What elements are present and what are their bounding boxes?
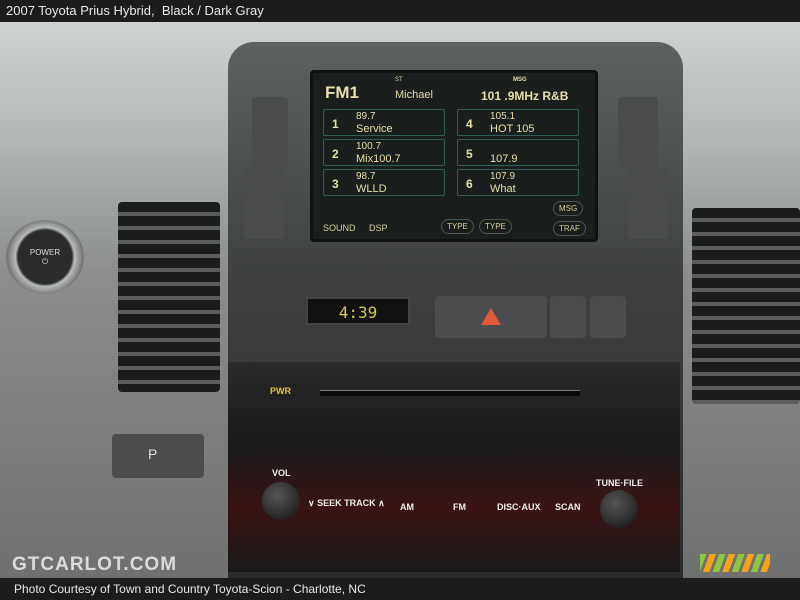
preset-frequency: 98.7	[356, 171, 376, 182]
caption-bar-top: 2007 Toyota Prius Hybrid, Black / Dark G…	[0, 0, 800, 22]
screen-side-button	[628, 167, 668, 239]
hazard-button	[435, 296, 547, 338]
preset-label: WLLD	[356, 183, 387, 195]
tune-knob	[600, 490, 638, 528]
caption-bar-bottom: Photo Courtesy of Town and Country Toyot…	[0, 578, 800, 600]
preset-number: 6	[466, 177, 473, 191]
volume-knob	[262, 482, 300, 520]
preset-frequency: 105.1	[490, 111, 516, 122]
tune-file-label: TUNE·FILE	[596, 478, 643, 488]
preset-label: What	[490, 183, 516, 195]
preset-button: 5 107.9	[457, 139, 579, 166]
vol-label: VOL	[272, 468, 291, 478]
console-button	[590, 296, 626, 338]
preset-label: Service	[356, 123, 393, 135]
audio-display: FM1 ST Michael MSG 101 .9MHz R&B 1 89.7 Se…	[310, 70, 598, 242]
preset-label: Mix100.7	[356, 153, 401, 165]
preset-label: HOT 105	[490, 123, 535, 135]
caption-color: Black / Dark Gray	[161, 3, 264, 18]
pwr-button: PWR	[264, 384, 297, 398]
dsp-button: DSP	[369, 223, 388, 233]
station-tag: ST	[395, 77, 403, 83]
photo-credit: Photo Courtesy of Town and Country Toyot…	[14, 582, 366, 596]
current-frequency: 101 .9MHz R&B	[481, 89, 569, 103]
preset-number: 5	[466, 147, 473, 161]
preset-button: 4 105.1 HOT 105	[457, 109, 579, 136]
preset-number: 4	[466, 117, 473, 131]
preset-button: 2 100.7 Mix100.7	[323, 139, 445, 166]
clock-display: 4:39	[306, 297, 410, 325]
msg-tag: MSG	[513, 77, 527, 83]
station-name: Michael	[395, 89, 433, 101]
disc-aux-button: DISC·AUX	[497, 502, 541, 512]
band-label: FM1	[325, 83, 359, 102]
am-button: AM	[400, 502, 414, 512]
screen-side-button	[252, 97, 288, 167]
preset-frequency: 107.9	[490, 171, 516, 182]
watermark-stripes	[700, 554, 770, 572]
preset-number: 2	[332, 147, 339, 161]
preset-button: 3 98.7 WLLD	[323, 169, 445, 196]
preset-button: 1 89.7 Service	[323, 109, 445, 136]
dashboard-photo: POWER ⏻ P FM1 ST Michael MSG 101 .9MHz R&…	[0, 22, 800, 578]
caption-title: 2007 Toyota Prius Hybrid,	[6, 3, 155, 18]
preset-frequency: 89.7	[356, 111, 376, 122]
park-label: P	[148, 446, 158, 462]
screen-side-button	[618, 97, 658, 167]
console-button	[550, 296, 586, 338]
left-air-vent	[118, 202, 220, 392]
screen-side-button	[244, 167, 284, 239]
traf-button: TRAF	[553, 221, 586, 236]
preset-number: 3	[332, 177, 339, 191]
type-next-button: TYPE	[479, 219, 512, 234]
right-air-vent	[692, 208, 800, 404]
scan-button: SCAN	[555, 502, 581, 512]
preset-button: 6 107.9 What	[457, 169, 579, 196]
watermark-logo: GTCARLOT.COM	[12, 554, 178, 575]
cd-slot	[320, 390, 580, 396]
power-label: POWER	[29, 248, 61, 257]
park-button: P	[112, 434, 204, 478]
preset-label: 107.9	[490, 153, 518, 165]
msg-button: MSG	[553, 201, 584, 216]
preset-frequency: 100.7	[356, 141, 382, 152]
seek-track-button: ∨ SEEK TRACK ∧	[308, 498, 385, 508]
sound-button: SOUND	[323, 223, 356, 233]
type-prev-button: TYPE	[441, 219, 474, 234]
power-button: POWER ⏻	[6, 220, 84, 294]
fm-button: FM	[453, 502, 466, 512]
preset-number: 1	[332, 117, 339, 131]
